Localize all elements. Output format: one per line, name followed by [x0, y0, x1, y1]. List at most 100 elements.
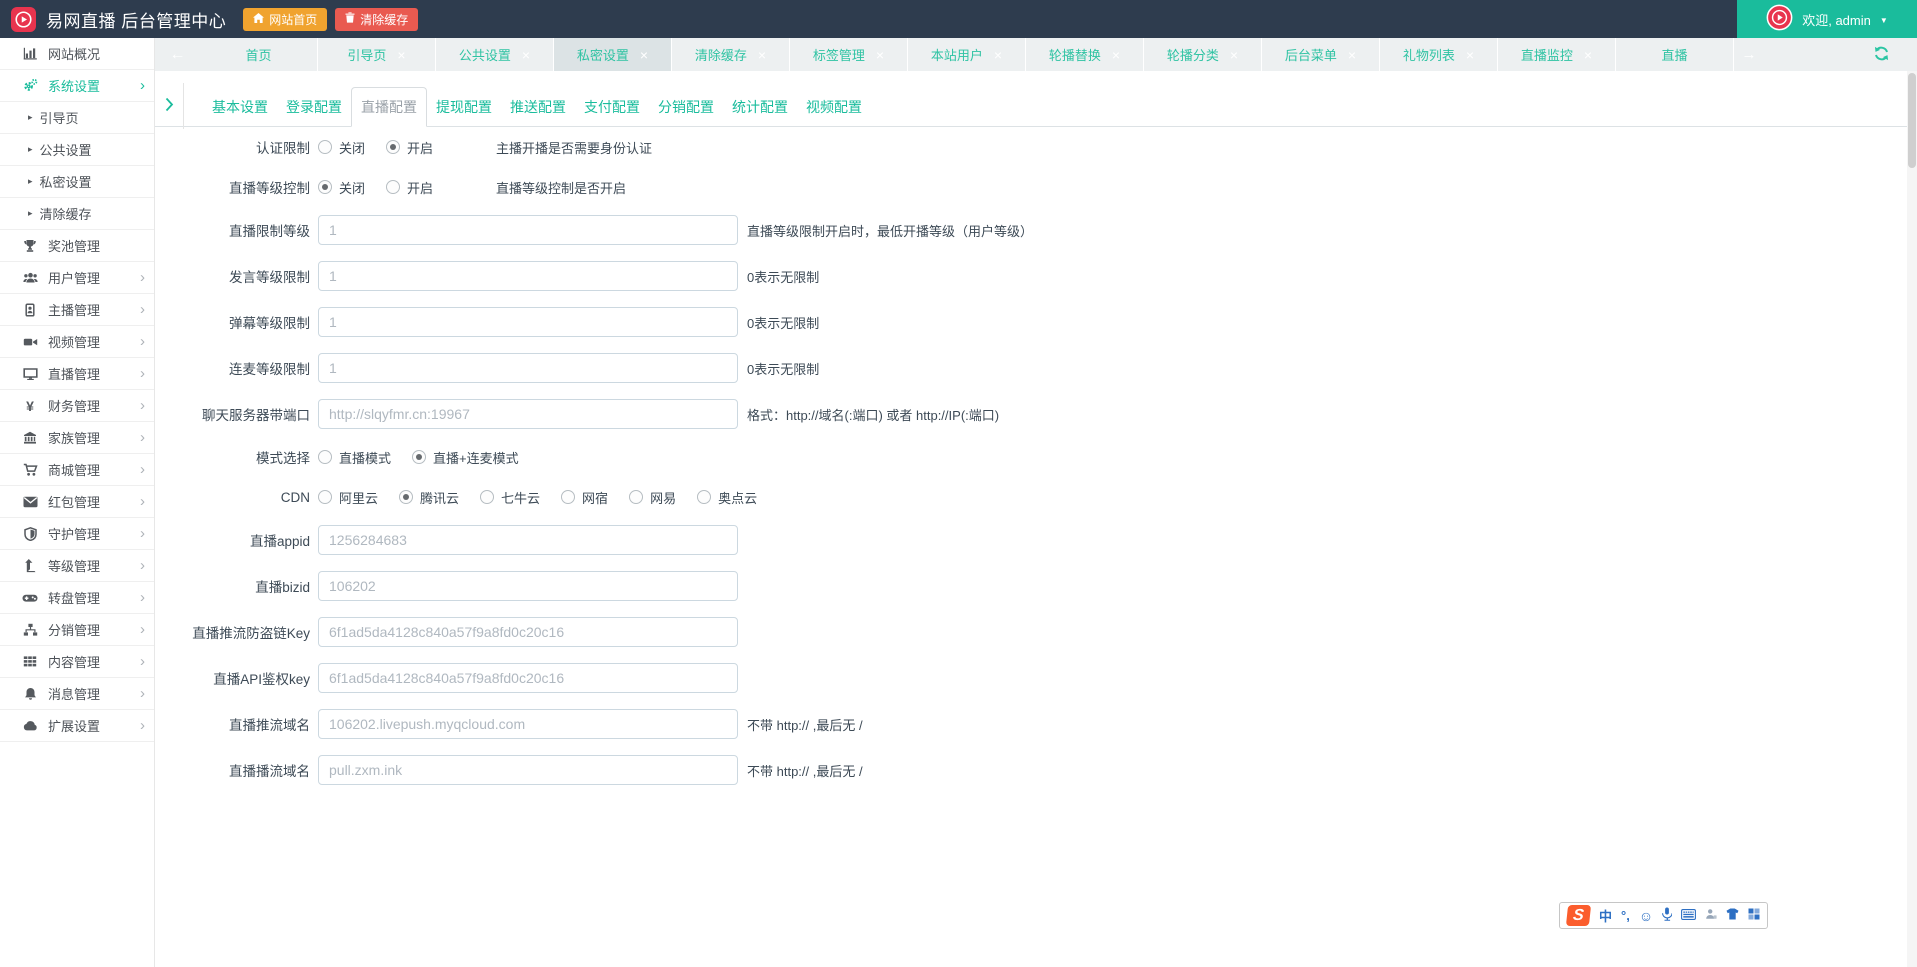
- close-icon[interactable]: ×: [1230, 48, 1238, 62]
- tab-carousel-category[interactable]: 轮播分类 ×: [1144, 38, 1262, 71]
- sidebar-item-live-management[interactable]: 直播管理 ›: [0, 358, 154, 390]
- radio-option[interactable]: 奥点云: [697, 488, 757, 507]
- radio-button[interactable]: [318, 140, 332, 154]
- sidebar-item-video-management[interactable]: 视频管理 ›: [0, 326, 154, 358]
- admin-menu[interactable]: 欢迎, admin ▼: [1737, 0, 1917, 38]
- tab-admin-menu[interactable]: 后台菜单 ×: [1262, 38, 1380, 71]
- sidebar-item-wheel-management[interactable]: 转盘管理 ›: [0, 582, 154, 614]
- close-icon[interactable]: ×: [1466, 48, 1474, 62]
- sidebar-item-finance-management[interactable]: ¥ 财务管理 ›: [0, 390, 154, 422]
- api-auth-key-input[interactable]: [318, 663, 738, 693]
- sidebar-item-level-management[interactable]: 等级管理 ›: [0, 550, 154, 582]
- radio-button[interactable]: [561, 490, 576, 504]
- sidebar-item-user-management[interactable]: 用户管理 ›: [0, 262, 154, 294]
- tab-gift-list[interactable]: 礼物列表 ×: [1380, 38, 1498, 71]
- sidebar-item-red-packet-management[interactable]: 红包管理 ›: [0, 486, 154, 518]
- radio-option[interactable]: 开启: [386, 138, 433, 157]
- sidebar-item-clear-cache[interactable]: ▸ 清除缓存: [0, 198, 154, 230]
- close-icon[interactable]: ×: [397, 48, 405, 62]
- tab-site-users[interactable]: 本站用户 ×: [908, 38, 1026, 71]
- sidebar-item-private-settings[interactable]: ▸ 私密设置: [0, 166, 154, 198]
- radio-option[interactable]: 关闭: [318, 138, 365, 157]
- subtab-statistics-config[interactable]: 统计配置: [723, 88, 797, 126]
- sidebar-item-guide-page[interactable]: ▸ 引导页: [0, 102, 154, 134]
- tab-home[interactable]: 首页: [200, 38, 318, 71]
- close-icon[interactable]: ×: [876, 48, 884, 62]
- sidebar-item-distribution-management[interactable]: 分销管理 ›: [0, 614, 154, 646]
- tab-carousel-replace[interactable]: 轮播替换 ×: [1026, 38, 1144, 71]
- tab-live[interactable]: 直播: [1616, 38, 1734, 71]
- radio-button[interactable]: [629, 490, 644, 504]
- subtab-payment-config[interactable]: 支付配置: [575, 88, 649, 126]
- subtab-basic-settings[interactable]: 基本设置: [203, 88, 277, 126]
- sidebar-item-guard-management[interactable]: 守护管理 ›: [0, 518, 154, 550]
- close-icon[interactable]: ×: [1584, 48, 1592, 62]
- radio-button[interactable]: [318, 490, 332, 504]
- ime-language-mode-icon[interactable]: 中: [1599, 906, 1612, 925]
- close-icon[interactable]: ×: [758, 48, 766, 62]
- pull-domain-input[interactable]: [318, 755, 738, 785]
- radio-button[interactable]: [386, 140, 401, 154]
- sidebar-item-anchor-management[interactable]: 主播管理 ›: [0, 294, 154, 326]
- radio-button[interactable]: [480, 490, 495, 504]
- subtab-live-config[interactable]: 直播配置: [351, 87, 427, 127]
- radio-option[interactable]: 网宿: [561, 488, 608, 507]
- radio-option[interactable]: 直播模式: [318, 448, 391, 467]
- close-icon[interactable]: ×: [994, 48, 1002, 62]
- radio-button[interactable]: [399, 490, 414, 504]
- lianmai-level-limit-input[interactable]: [318, 353, 738, 383]
- sogou-logo-icon[interactable]: S: [1565, 905, 1592, 926]
- tab-tag-management[interactable]: 标签管理 ×: [790, 38, 908, 71]
- close-icon[interactable]: ×: [522, 48, 530, 62]
- close-icon[interactable]: ×: [640, 48, 648, 62]
- radio-button[interactable]: [318, 450, 332, 464]
- close-icon[interactable]: ×: [1112, 48, 1120, 62]
- scrollbar-thumb[interactable]: [1908, 73, 1916, 168]
- tab-guide-page[interactable]: 引导页 ×: [318, 38, 436, 71]
- radio-option[interactable]: 开启: [386, 178, 433, 197]
- sidebar-item-mall-management[interactable]: 商城管理 ›: [0, 454, 154, 486]
- push-anti-theft-key-input[interactable]: [318, 617, 738, 647]
- tab-clear-cache[interactable]: 清除缓存 ×: [672, 38, 790, 71]
- subtab-video-config[interactable]: 视频配置: [797, 88, 871, 126]
- ime-keyboard-icon[interactable]: [1681, 908, 1697, 923]
- sidebar-item-public-settings[interactable]: ▸ 公共设置: [0, 134, 154, 166]
- sidebar-item-prize-pool[interactable]: 奖池管理: [0, 230, 154, 262]
- live-bizid-input[interactable]: [318, 571, 738, 601]
- ime-punctuation-icon[interactable]: °,: [1621, 908, 1630, 923]
- sidebar-collapse-handle[interactable]: [155, 83, 184, 129]
- speak-level-limit-input[interactable]: [318, 261, 738, 291]
- subtab-push-config[interactable]: 推送配置: [501, 88, 575, 126]
- push-domain-input[interactable]: [318, 709, 738, 739]
- ime-skin-shirt-icon[interactable]: [1726, 908, 1739, 923]
- chat-server-input[interactable]: [318, 399, 738, 429]
- radio-option[interactable]: 阿里云: [318, 488, 378, 507]
- sidebar-item-message-management[interactable]: 消息管理 ›: [0, 678, 154, 710]
- radio-button[interactable]: [318, 180, 332, 194]
- tab-scroll-right-button[interactable]: →: [1734, 38, 1764, 71]
- tab-scroll-left-button[interactable]: ←: [155, 38, 200, 71]
- close-icon[interactable]: ×: [1348, 48, 1356, 62]
- ime-toolbox-icon[interactable]: [1748, 908, 1760, 923]
- radio-option[interactable]: 七牛云: [480, 488, 540, 507]
- tab-private-settings[interactable]: 私密设置 ×: [554, 38, 672, 71]
- sidebar-item-family-management[interactable]: 家族管理 ›: [0, 422, 154, 454]
- tab-live-monitor[interactable]: 直播监控 ×: [1498, 38, 1616, 71]
- sidebar-item-site-overview[interactable]: 网站概况: [0, 38, 154, 70]
- radio-option[interactable]: 腾讯云: [399, 488, 459, 507]
- radio-button[interactable]: [412, 450, 427, 464]
- radio-option[interactable]: 网易: [629, 488, 676, 507]
- ime-microphone-icon[interactable]: [1662, 907, 1673, 924]
- sidebar-item-extension-settings[interactable]: 扩展设置 ›: [0, 710, 154, 742]
- live-appid-input[interactable]: [318, 525, 738, 555]
- sidebar-item-system-settings[interactable]: 系统设置 ›: [0, 70, 154, 102]
- site-home-button[interactable]: 网站首页: [243, 7, 328, 31]
- live-limit-level-input[interactable]: [318, 215, 738, 245]
- radio-button[interactable]: [697, 490, 712, 504]
- subtab-login-config[interactable]: 登录配置: [277, 88, 351, 126]
- radio-option[interactable]: 关闭: [318, 178, 365, 197]
- clear-cache-button[interactable]: 清除缓存: [335, 7, 419, 31]
- radio-button[interactable]: [386, 180, 401, 194]
- tab-public-settings[interactable]: 公共设置 ×: [436, 38, 554, 71]
- vertical-scrollbar[interactable]: [1907, 71, 1917, 967]
